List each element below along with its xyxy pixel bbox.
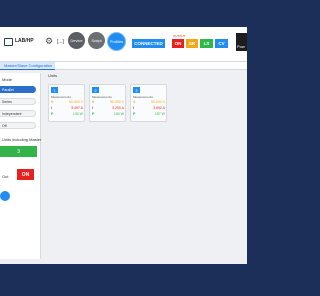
bottom-bar — [0, 264, 247, 296]
status-tag-on: ON — [172, 39, 184, 48]
unit-id-badge: 1 — [51, 87, 58, 93]
left-panel: Mode Parallel Series Independent Off Uni… — [0, 73, 41, 259]
script-button[interactable]: Script — [88, 32, 105, 49]
tab-master-slave-configuration[interactable]: Master/Slave Configuration — [0, 62, 56, 70]
unit-card-3[interactable]: 3 Measurements V 50.000 V I 3.692 A P 157 W — [130, 84, 167, 122]
unit-card-1[interactable]: 1 Measurements V 50.000 V I 3.497 A P 130 W — [48, 84, 85, 122]
status-tag-cv: CV — [215, 39, 228, 48]
connection-status-badge[interactable]: CONNECTED — [132, 39, 165, 48]
output-indicator-label: OUTPUT — [173, 34, 186, 38]
logo-icon — [4, 38, 13, 46]
voltage-row: V 50.000 V — [133, 100, 165, 104]
power-row: P 130 W — [51, 112, 83, 116]
current-row: I 3.497 A — [51, 106, 83, 110]
units-including-master-label: Units including Master — [2, 137, 42, 142]
unit-id-badge: 2 — [92, 87, 99, 93]
app-name: LAB/HP — [15, 38, 34, 44]
unit-id-badge: 3 — [133, 87, 140, 93]
header-bar: LAB/HP ⚙ [...] Device Script Profiles CO… — [0, 27, 247, 62]
status-tag-sr: SR — [186, 39, 198, 48]
power-row: P 157 W — [133, 112, 165, 116]
tab-strip: Master/Slave Configuration — [0, 62, 247, 70]
current-row: I 3.200 A — [92, 106, 124, 110]
power-button[interactable]: Pow — [236, 33, 247, 51]
measurements-label: Measurements — [92, 95, 112, 99]
profiles-button[interactable]: Profiles — [107, 32, 126, 51]
mode-title: Mode — [2, 77, 13, 82]
toggle-knob[interactable] — [0, 191, 10, 201]
status-tag-ls: LS — [200, 39, 213, 48]
output-on-button[interactable]: ON — [17, 169, 34, 180]
voltage-row: V 50.000 V — [51, 100, 83, 104]
voltage-row: V 50.000 V — [92, 100, 124, 104]
power-row: P 130 W — [92, 112, 124, 116]
window-frame-icon[interactable]: [...] — [57, 39, 64, 45]
settings-gear-icon[interactable]: ⚙ — [45, 37, 53, 46]
output-label: Out — [2, 174, 9, 179]
units-count-field[interactable]: 3 — [0, 146, 37, 157]
unit-card-2[interactable]: 2 Measurements V 50.000 V I 3.200 A P 130 W — [89, 84, 126, 122]
mode-parallel-button[interactable]: Parallel — [0, 86, 36, 93]
device-button[interactable]: Device — [68, 32, 85, 49]
measurements-label: Measurements — [133, 95, 153, 99]
app-window: LAB/HP ⚙ [...] Device Script Profiles CO… — [0, 27, 247, 264]
current-row: I 3.692 A — [133, 106, 165, 110]
units-title: Units — [48, 73, 58, 78]
mode-series-button[interactable]: Series — [0, 98, 36, 105]
mode-independent-button[interactable]: Independent — [0, 110, 36, 117]
mode-off-button[interactable]: Off — [0, 122, 36, 129]
measurements-label: Measurements — [51, 95, 71, 99]
